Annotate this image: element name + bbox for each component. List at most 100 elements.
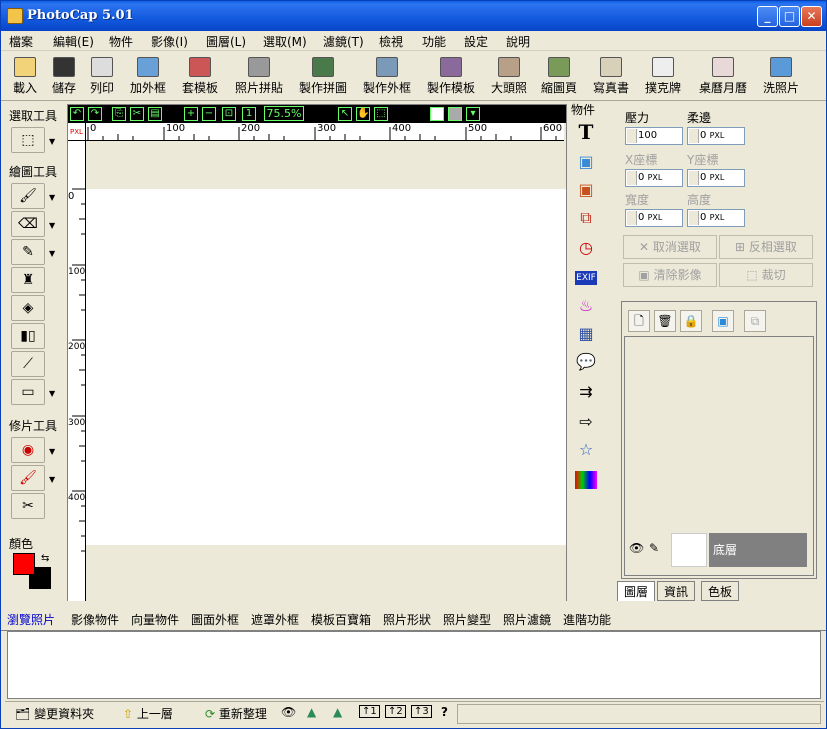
tab-frames[interactable]: 圖面外框 bbox=[191, 611, 239, 628]
zoom-level[interactable]: 75.5% bbox=[264, 106, 304, 121]
red-eye-tool[interactable]: ◉ bbox=[11, 437, 45, 463]
marquee-icon[interactable]: ⬚ bbox=[374, 107, 388, 121]
tab-photo-transform[interactable]: 照片變型 bbox=[443, 611, 491, 628]
swap-colors-icon[interactable]: ⇆ bbox=[41, 553, 49, 564]
fill-bucket-tool[interactable]: ◈ bbox=[11, 295, 45, 321]
double-arrow-icon[interactable]: ⇉ bbox=[575, 381, 597, 403]
layer-brush-icon[interactable]: ✎ bbox=[649, 541, 659, 555]
template-button[interactable]: 套模板 bbox=[177, 55, 223, 99]
x-coord-input[interactable]: 0 PXL bbox=[625, 169, 683, 187]
crop-button[interactable]: ⬚ 裁切 bbox=[719, 263, 813, 287]
pattern-icon[interactable] bbox=[575, 471, 597, 489]
minimize-button[interactable]: _ bbox=[757, 6, 778, 27]
sort-name-icon[interactable]: ↑1 bbox=[359, 705, 380, 718]
star-shape-icon[interactable]: ☆ bbox=[575, 439, 597, 461]
speech-bubble-icon[interactable]: 💬 bbox=[575, 351, 597, 373]
layer-row[interactable]: 👁 ✎ 底層 bbox=[625, 531, 811, 567]
tab-photo-shape[interactable]: 照片形狀 bbox=[383, 611, 431, 628]
refresh-button[interactable]: ⟳ 重新整理 bbox=[205, 705, 267, 722]
tab-vector-objects[interactable]: 向量物件 bbox=[131, 611, 179, 628]
cake-icon[interactable]: ♨ bbox=[575, 295, 597, 317]
height-input[interactable]: 0 PXL bbox=[687, 209, 745, 227]
print-button[interactable]: 列印 bbox=[85, 55, 119, 99]
eraser-dropdown-icon[interactable]: ▼ bbox=[49, 221, 55, 230]
gray-bg-icon[interactable] bbox=[448, 107, 462, 121]
menu-help[interactable]: 說明 bbox=[506, 33, 530, 50]
brush-dropdown-icon[interactable]: ▼ bbox=[49, 193, 55, 202]
tab-advanced[interactable]: 進階功能 bbox=[563, 611, 611, 628]
brush-tool[interactable]: 🖌 bbox=[11, 183, 45, 209]
text-object-icon[interactable]: T bbox=[575, 121, 597, 143]
save-button[interactable]: 儲存 bbox=[47, 55, 81, 99]
tab-browse-photos[interactable]: 瀏覽照片 bbox=[7, 611, 55, 628]
invert-selection-button[interactable]: ⊞ 反相選取 bbox=[719, 235, 813, 259]
pointer-icon[interactable]: ↖ bbox=[338, 107, 352, 121]
exif-icon[interactable]: EXIF bbox=[575, 271, 597, 285]
fit-window-icon[interactable]: ⊡ bbox=[222, 107, 236, 121]
calendar-button[interactable]: 桌曆月曆 bbox=[695, 55, 751, 99]
softness-input[interactable]: 0 PXL bbox=[687, 127, 745, 145]
menu-edit[interactable]: 編輯(E) bbox=[53, 33, 94, 50]
retouch-brush-tool[interactable]: 🖌 bbox=[11, 465, 45, 491]
thumbnail-page-button[interactable]: 縮圖頁 bbox=[539, 55, 579, 99]
multi-photo-icon[interactable]: ⧉ bbox=[575, 207, 597, 229]
layer-image-icon[interactable]: ▣ bbox=[712, 310, 734, 332]
tab-layers[interactable]: 圖層 bbox=[617, 581, 656, 601]
id-photo-button[interactable]: 大頭照 bbox=[487, 55, 531, 99]
retouch-brush-dropdown-icon[interactable]: ▼ bbox=[49, 475, 55, 484]
make-puzzle-button[interactable]: 製作拼圖 bbox=[295, 55, 351, 99]
arrow-right-icon[interactable]: ⇨ bbox=[575, 411, 597, 433]
merge-layer-icon[interactable]: ⧉ bbox=[744, 310, 766, 332]
maximize-button[interactable]: □ bbox=[779, 6, 800, 27]
rect-select-dropdown-icon[interactable]: ▼ bbox=[49, 137, 55, 146]
up-level-button[interactable]: ⇧ 上一層 bbox=[123, 705, 173, 722]
menu-view[interactable]: 檢視 bbox=[379, 33, 403, 50]
cancel-selection-button[interactable]: ✕ 取消選取 bbox=[623, 235, 717, 259]
rect-select-tool[interactable]: ⬚ bbox=[11, 127, 45, 153]
actual-size-icon[interactable]: 1 bbox=[242, 107, 256, 121]
menu-function[interactable]: 功能 bbox=[422, 33, 446, 50]
zoom-in-icon[interactable]: + bbox=[184, 107, 198, 121]
shape-dropdown-icon[interactable]: ▼ bbox=[49, 389, 55, 398]
pressure-input[interactable]: 100 bbox=[625, 127, 683, 145]
change-folder-button[interactable]: 🗂 變更資料夾 bbox=[15, 705, 94, 722]
image-canvas[interactable] bbox=[86, 189, 566, 545]
photo-browser[interactable] bbox=[7, 631, 821, 699]
visibility-eye-icon[interactable]: 👁 bbox=[629, 541, 644, 555]
make-template-button[interactable]: 製作模板 bbox=[423, 55, 479, 99]
y-coord-input[interactable]: 0 PXL bbox=[687, 169, 745, 187]
clear-image-button[interactable]: ▣ 清除影像 bbox=[623, 263, 717, 287]
red-eye-dropdown-icon[interactable]: ▼ bbox=[49, 447, 55, 456]
sort-desc-icon[interactable]: ▲ bbox=[333, 705, 342, 719]
menu-file[interactable]: 檔案 bbox=[9, 33, 33, 50]
photo-book-button[interactable]: 寫真書 bbox=[591, 55, 631, 99]
pencil-tool[interactable]: ✎ bbox=[11, 239, 45, 265]
foreground-color-swatch[interactable] bbox=[13, 553, 35, 575]
clock-icon[interactable]: ◷ bbox=[575, 237, 597, 259]
close-button[interactable]: ✕ bbox=[801, 6, 822, 27]
paste-icon[interactable]: ▤ bbox=[148, 107, 162, 121]
clone-stamp-tool[interactable]: ♜ bbox=[11, 267, 45, 293]
white-bg-icon[interactable] bbox=[430, 107, 444, 121]
delete-layer-icon[interactable]: 🗑 bbox=[654, 310, 676, 332]
photo-object-icon[interactable]: ▣ bbox=[575, 179, 597, 201]
hand-pan-icon[interactable]: ✋ bbox=[356, 107, 370, 121]
photo-collage-button[interactable]: 照片拼貼 bbox=[229, 55, 289, 99]
person-cut-tool[interactable]: ✂ bbox=[11, 493, 45, 519]
print-photo-button[interactable]: 洗照片 bbox=[759, 55, 803, 99]
tab-template-box[interactable]: 模板百寶箱 bbox=[311, 611, 371, 628]
preview-eye-icon[interactable]: 👁 bbox=[281, 705, 296, 719]
undo-icon[interactable]: ↶ bbox=[70, 107, 84, 121]
menu-settings[interactable]: 設定 bbox=[464, 33, 488, 50]
calendar-grid-icon[interactable]: ▦ bbox=[575, 323, 597, 345]
width-input[interactable]: 0 PXL bbox=[625, 209, 683, 227]
pencil-dropdown-icon[interactable]: ▼ bbox=[49, 249, 55, 258]
redo-icon[interactable]: ↷ bbox=[88, 107, 102, 121]
cut-icon[interactable]: ✂ bbox=[130, 107, 144, 121]
tab-mask-frames[interactable]: 遮罩外框 bbox=[251, 611, 299, 628]
tab-image-objects[interactable]: 影像物件 bbox=[71, 611, 119, 628]
add-frame-button[interactable]: 加外框 bbox=[125, 55, 171, 99]
playing-cards-button[interactable]: 撲克牌 bbox=[643, 55, 683, 99]
load-button[interactable]: 載入 bbox=[7, 55, 43, 99]
bg-dropdown-icon[interactable]: ▾ bbox=[466, 107, 480, 121]
